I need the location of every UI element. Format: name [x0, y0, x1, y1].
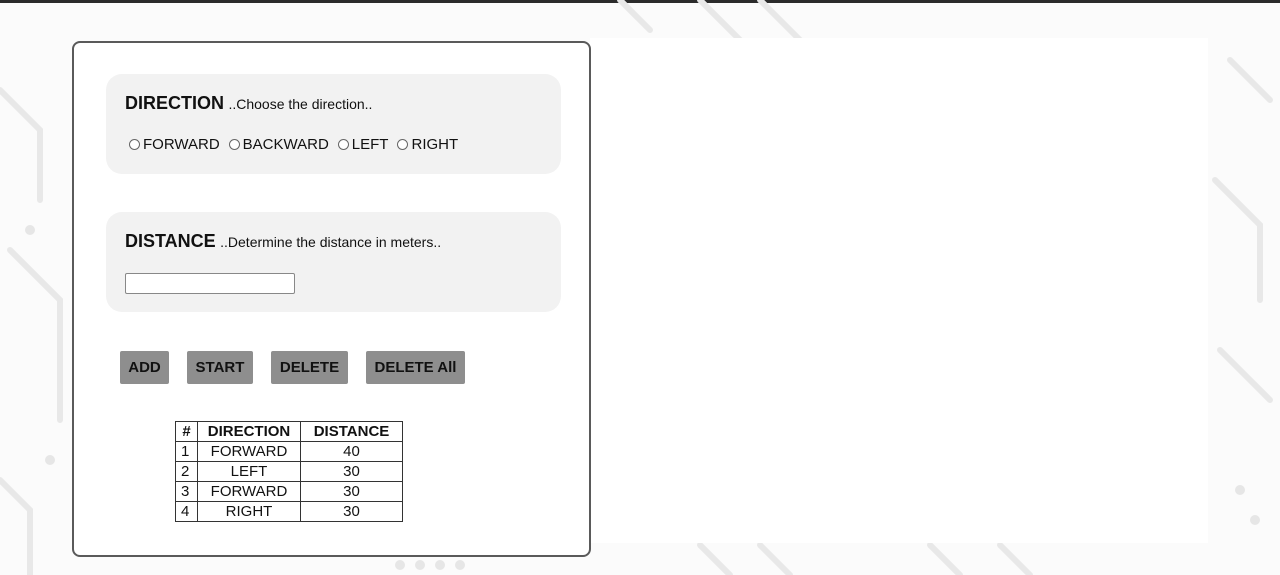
- distance-hint: ..Determine the distance in meters..: [220, 234, 442, 250]
- cell-distance: 30: [300, 461, 403, 482]
- distance-input[interactable]: [125, 273, 295, 294]
- radio-circle-icon[interactable]: [397, 139, 409, 150]
- cell-direction: FORWARD: [197, 481, 301, 502]
- delete-all-button[interactable]: DELETE All: [366, 351, 465, 384]
- table-row: 4 RIGHT 30: [175, 501, 403, 522]
- cell-direction: FORWARD: [197, 441, 301, 462]
- direction-section: DIRECTION ..Choose the direction.. FORWA…: [106, 74, 561, 174]
- header-direction: DIRECTION: [197, 421, 301, 442]
- cell-direction: LEFT: [197, 461, 301, 482]
- table-row: 2 LEFT 30: [175, 461, 403, 482]
- cell-number: 2: [175, 461, 198, 482]
- direction-header: DIRECTION ..Choose the direction..: [125, 93, 372, 114]
- delete-button[interactable]: DELETE: [271, 351, 348, 384]
- radio-circle-icon[interactable]: [337, 139, 349, 150]
- cell-number: 4: [175, 501, 198, 522]
- header-distance: DISTANCE: [300, 421, 403, 442]
- start-button[interactable]: START: [187, 351, 253, 384]
- radio-backward[interactable]: BACKWARD: [228, 136, 329, 153]
- radio-forward-label: FORWARD: [143, 136, 220, 153]
- radio-left[interactable]: LEFT: [337, 136, 389, 153]
- radio-left-label: LEFT: [351, 136, 389, 153]
- cell-distance: 30: [300, 481, 403, 502]
- command-form-card: DIRECTION ..Choose the direction.. FORWA…: [72, 41, 591, 557]
- cell-distance: 40: [300, 441, 403, 462]
- direction-hint: ..Choose the direction..: [228, 96, 373, 112]
- direction-title: DIRECTION: [125, 93, 224, 113]
- cell-number: 3: [175, 481, 198, 502]
- cell-direction: RIGHT: [197, 501, 301, 522]
- radio-backward-label: BACKWARD: [242, 136, 329, 153]
- table-row: 1 FORWARD 40: [175, 441, 403, 462]
- distance-section: DISTANCE ..Determine the distance in met…: [106, 212, 561, 312]
- distance-title: DISTANCE: [125, 231, 216, 251]
- radio-right[interactable]: RIGHT: [397, 136, 458, 153]
- direction-radio-group: FORWARD BACKWARD LEFT RIGHT: [129, 136, 467, 153]
- table-row: 3 FORWARD 30: [175, 481, 403, 502]
- right-blank-panel: [590, 38, 1208, 543]
- cell-number: 1: [175, 441, 198, 462]
- radio-circle-icon[interactable]: [129, 139, 140, 150]
- distance-header: DISTANCE ..Determine the distance in met…: [125, 231, 441, 252]
- radio-right-label: RIGHT: [411, 136, 459, 153]
- header-number: #: [175, 421, 198, 442]
- cell-distance: 30: [300, 501, 403, 522]
- radio-circle-icon[interactable]: [228, 139, 240, 150]
- add-button[interactable]: ADD: [120, 351, 169, 384]
- radio-forward[interactable]: FORWARD: [129, 136, 220, 153]
- commands-table: # DIRECTION DISTANCE 1 FORWARD 40 2 LEFT…: [175, 421, 403, 522]
- table-header-row: # DIRECTION DISTANCE: [175, 421, 403, 442]
